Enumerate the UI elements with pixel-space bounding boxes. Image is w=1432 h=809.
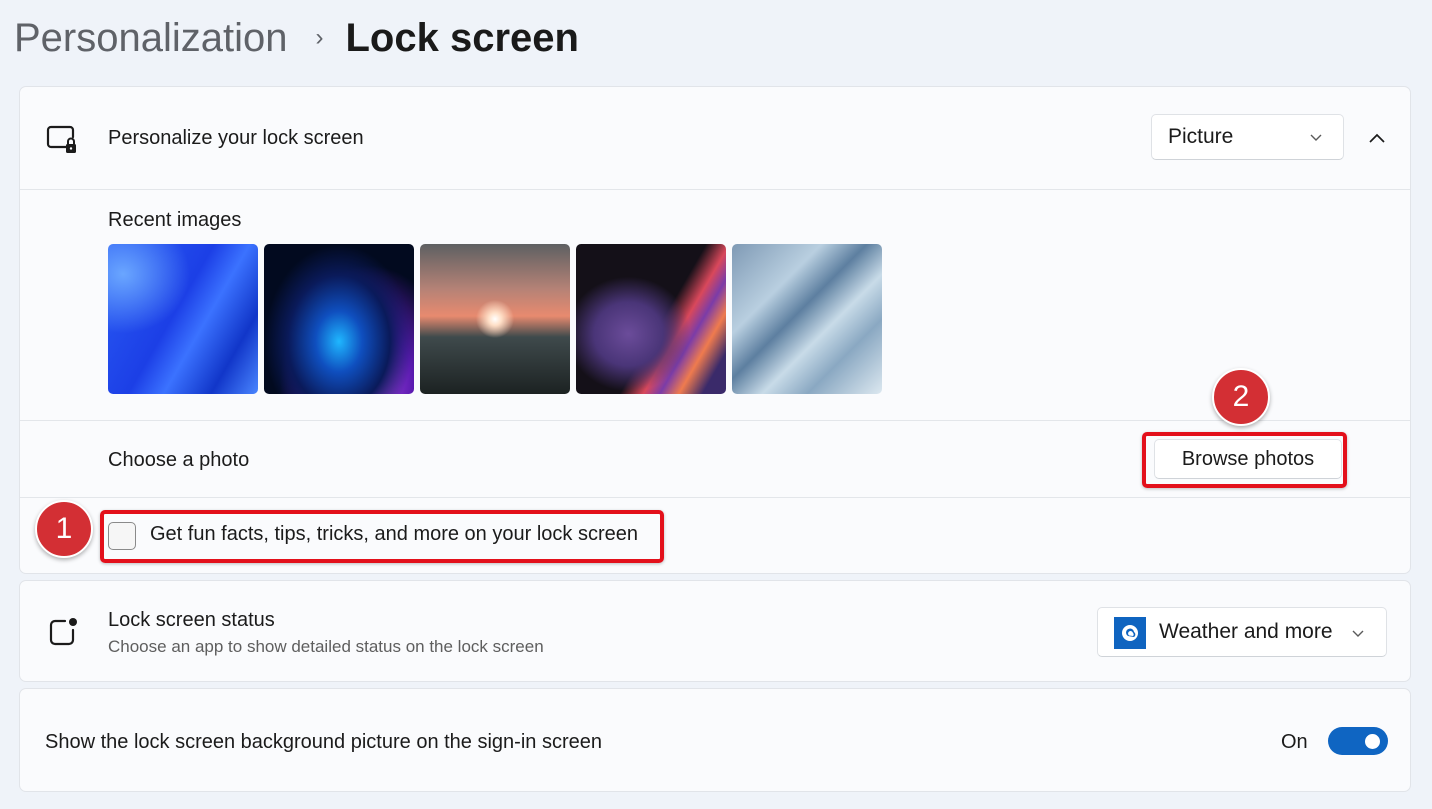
recent-image-1[interactable] — [108, 244, 258, 394]
lock-screen-status-card: Lock screen status Choose an app to show… — [19, 580, 1411, 682]
collapse-button[interactable] — [1366, 127, 1388, 149]
signin-background-toggle[interactable] — [1328, 727, 1388, 755]
chevron-down-icon — [1352, 630, 1364, 637]
highlight-box-fun-facts — [100, 510, 664, 563]
recent-image-4[interactable] — [576, 244, 726, 394]
dropdown-value: Picture — [1168, 125, 1234, 148]
lock-screen-status-icon — [49, 618, 77, 646]
personalize-lock-screen-card: Personalize your lock screen Picture Rec… — [19, 86, 1411, 574]
choose-photo-label: Choose a photo — [108, 449, 250, 471]
dropdown-value: Weather and more — [1159, 620, 1333, 643]
recent-image-5[interactable] — [732, 244, 882, 394]
chevron-up-icon — [1369, 133, 1385, 143]
annotation-badge-2: 2 — [1212, 368, 1270, 426]
toggle-state-label: On — [1281, 731, 1308, 753]
breadcrumb: Personalization › Lock screen — [14, 12, 579, 64]
breadcrumb-separator-icon: › — [315, 24, 324, 51]
divider — [20, 497, 1410, 498]
recent-image-2[interactable] — [264, 244, 414, 394]
divider — [20, 420, 1410, 421]
breadcrumb-parent-personalization[interactable]: Personalization — [14, 16, 288, 61]
status-subtitle: Choose an app to show detailed status on… — [108, 637, 544, 656]
chevron-down-icon — [1310, 134, 1322, 141]
lock-screen-type-dropdown[interactable]: Picture — [1151, 114, 1344, 160]
divider — [20, 189, 1410, 190]
recent-image-3[interactable] — [420, 244, 570, 394]
highlight-box-browse — [1142, 432, 1347, 488]
status-title: Lock screen status — [108, 609, 275, 631]
signin-background-card: Show the lock screen background picture … — [19, 688, 1411, 792]
recent-images-list — [108, 244, 882, 394]
lock-screen-icon — [46, 125, 76, 153]
weather-app-icon — [1114, 617, 1146, 649]
status-app-dropdown[interactable]: Weather and more — [1097, 607, 1387, 657]
signin-background-label: Show the lock screen background picture … — [45, 731, 602, 753]
toggle-knob — [1365, 734, 1380, 749]
recent-images-label: Recent images — [108, 209, 242, 231]
personalize-header-row[interactable]: Personalize your lock screen Picture — [20, 87, 1410, 189]
personalize-label: Personalize your lock screen — [108, 127, 364, 149]
annotation-badge-1: 1 — [35, 500, 93, 558]
page-title: Lock screen — [345, 15, 579, 60]
